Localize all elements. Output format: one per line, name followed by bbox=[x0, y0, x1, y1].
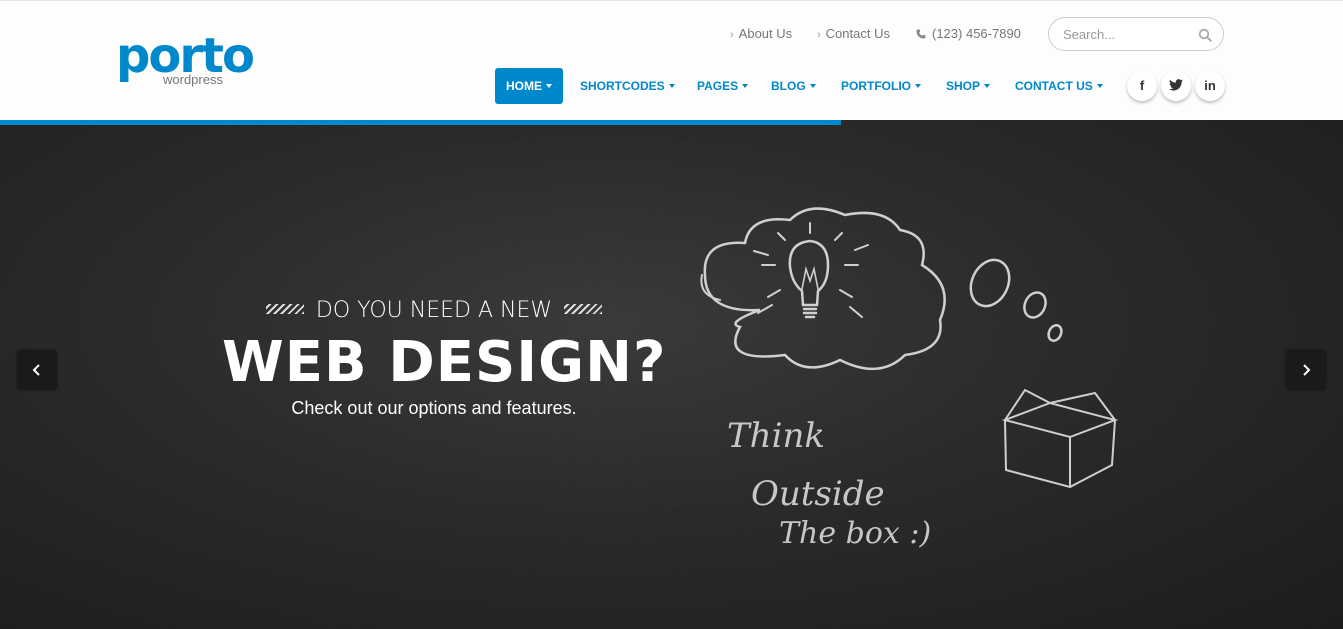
caret-down-icon bbox=[1096, 84, 1103, 88]
twitter-button[interactable] bbox=[1161, 71, 1191, 101]
logo-tagline: wordpress bbox=[163, 72, 223, 87]
nav-item-shortcodes[interactable]: SHORTCODES bbox=[580, 68, 675, 104]
facebook-button[interactable]: f bbox=[1127, 71, 1157, 101]
caret-down-icon bbox=[984, 84, 991, 88]
caret-down-icon bbox=[915, 84, 921, 88]
chevron-right-icon: › bbox=[817, 29, 821, 41]
phone-number: (123) 456-7890 bbox=[916, 26, 1021, 41]
chalk-text-the-box: The box :) bbox=[779, 516, 932, 551]
box-drawing bbox=[1001, 388, 1119, 489]
nav-item-home[interactable]: HOME bbox=[495, 68, 563, 104]
site-header: porto wordpress › About Us › Contact Us (1… bbox=[0, 0, 1343, 121]
search-box[interactable] bbox=[1048, 17, 1224, 51]
chalkboard-texture bbox=[0, 120, 1343, 629]
caret-down-icon bbox=[742, 84, 749, 88]
contact-us-link[interactable]: › Contact Us bbox=[817, 26, 890, 41]
nav-item-shop[interactable]: SHOP bbox=[946, 68, 991, 104]
search-icon[interactable] bbox=[1198, 28, 1212, 42]
caret-down-icon bbox=[809, 84, 816, 88]
nav-item-pages[interactable]: PAGES bbox=[697, 68, 749, 104]
hero-slider: DO YOU NEED A NEW WEB DESIGN? Check out … bbox=[0, 120, 1343, 629]
slider-progress-bar bbox=[0, 120, 841, 125]
twitter-icon bbox=[1169, 79, 1183, 91]
thought-cloud bbox=[703, 207, 946, 371]
slider-next-button[interactable] bbox=[1286, 350, 1326, 390]
facebook-icon: f bbox=[1139, 78, 1145, 93]
chalk-drawing bbox=[700, 207, 1119, 489]
linkedin-icon: in bbox=[1204, 78, 1216, 93]
about-us-link[interactable]: › About Us bbox=[730, 26, 792, 41]
slide-kicker: DO YOU NEED A NEW bbox=[222, 298, 646, 323]
caret-down-icon bbox=[546, 84, 552, 88]
search-input[interactable] bbox=[1061, 26, 1205, 43]
chalk-text-think: Think bbox=[727, 416, 825, 456]
decorative-stripes bbox=[265, 304, 304, 314]
linkedin-button[interactable]: in bbox=[1195, 71, 1225, 101]
chevron-right-icon: › bbox=[730, 29, 734, 41]
nav-item-blog[interactable]: BLOG bbox=[771, 68, 816, 104]
nav-item-portfolio[interactable]: PORTFOLIO bbox=[841, 68, 921, 104]
logo[interactable]: porto wordpress bbox=[116, 32, 255, 87]
decorative-stripes bbox=[564, 304, 603, 314]
chevron-right-icon bbox=[1303, 364, 1311, 376]
phone-icon bbox=[916, 29, 926, 39]
chalk-text-outside: Outside bbox=[751, 474, 885, 514]
chevron-left-icon bbox=[32, 364, 40, 376]
caret-down-icon bbox=[668, 84, 675, 88]
nav-item-contact-us[interactable]: CONTACT US bbox=[1015, 68, 1103, 104]
lightbulb-icon bbox=[788, 239, 830, 319]
slide-subtext: Check out our options and features. bbox=[291, 398, 577, 418]
slide-headline: WEB DESIGN? bbox=[222, 330, 667, 395]
slider-prev-button[interactable] bbox=[17, 350, 57, 390]
